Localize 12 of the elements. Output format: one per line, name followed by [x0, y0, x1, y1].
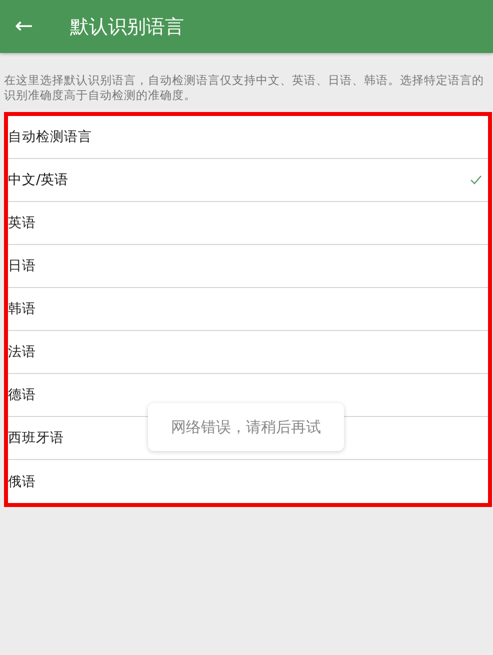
- language-option[interactable]: 日语: [8, 245, 488, 288]
- language-option[interactable]: 韩语: [8, 288, 488, 331]
- screen-title: 默认识别语言: [70, 14, 184, 40]
- language-option[interactable]: 俄语: [8, 460, 488, 503]
- back-button[interactable]: ←: [12, 12, 36, 42]
- checkmark-icon: [470, 175, 482, 185]
- language-option[interactable]: 英语: [8, 202, 488, 245]
- toast-message: 网络错误，请稍后再试: [148, 403, 344, 451]
- description-text: 在这里选择默认识别语言，自动检测语言仅支持中文、英语、日语、韩语。选择特定语言的识别准确度高于自动检测的准确度。: [4, 73, 485, 103]
- language-option[interactable]: 中文/英语: [8, 159, 488, 202]
- language-option[interactable]: 自动检测语言: [8, 116, 488, 159]
- language-option[interactable]: 法语: [8, 331, 488, 374]
